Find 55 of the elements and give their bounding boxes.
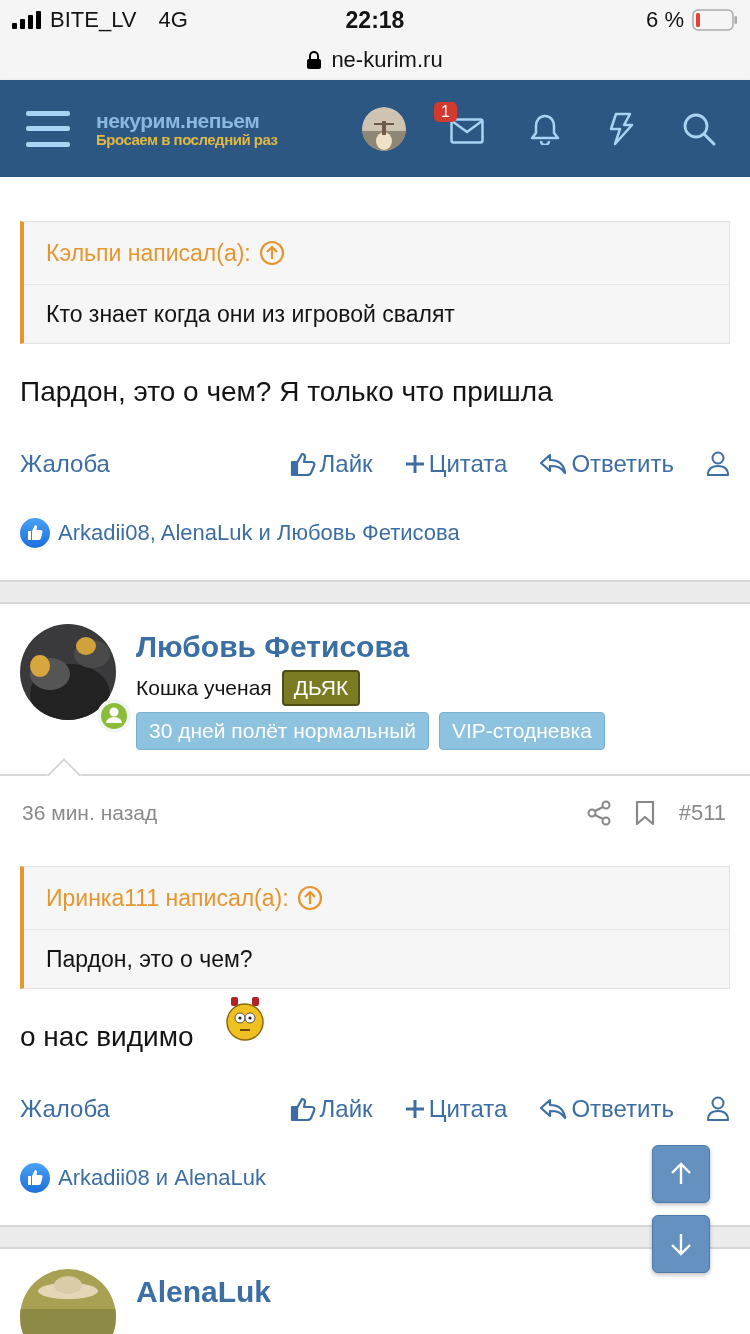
menu-icon[interactable] (26, 110, 70, 147)
post-text: о нас видимо (20, 1021, 194, 1053)
user-icon[interactable] (706, 451, 730, 477)
battery-percent: 6 % (646, 7, 684, 33)
lightning-icon[interactable] (608, 111, 634, 146)
author-name[interactable]: Любовь Фетисова (136, 630, 605, 664)
user-title: Кошка ученая (136, 676, 272, 700)
battery-icon (692, 9, 738, 31)
lock-icon (307, 51, 322, 69)
quote-text: Пардон, это о чем? (46, 945, 253, 973)
author-name[interactable]: AlenaLuk (136, 1275, 272, 1309)
report-link[interactable]: Жалоба (20, 450, 110, 478)
like-button[interactable]: Лайк (289, 450, 373, 478)
reply-button[interactable]: Ответить (539, 1095, 674, 1123)
share-icon[interactable] (586, 800, 611, 826)
smiley-icon (225, 997, 266, 1041)
user-badge: VIP-стодневка (438, 712, 605, 750)
logo-tagline: Бросаем в последний раз (96, 131, 278, 149)
network-type: 4G (158, 7, 188, 33)
user-badge: 30 дней полёт нормальный (136, 712, 429, 750)
user-banner: ДЬЯК (281, 670, 361, 706)
post-time[interactable]: 36 мин. назад (22, 801, 158, 825)
carrier-name: BITE_LV (50, 7, 137, 33)
report-link[interactable]: Жалоба (20, 1095, 110, 1123)
quote-button[interactable]: Цитата (404, 450, 508, 478)
logo-title[interactable]: некурим.непьем (96, 108, 278, 132)
quote-text: Кто знает когда они из игровой свалят (46, 300, 455, 328)
online-status-icon (96, 698, 132, 734)
post-text: Пардон, это о чем? Я только что пришла (20, 376, 553, 408)
arrow-down-icon (668, 1231, 694, 1257)
reaction-users[interactable]: Arkadii08, AlenaLuk и Любовь Фетисова (58, 520, 460, 546)
bell-icon[interactable] (530, 112, 560, 145)
plus-icon (404, 1099, 425, 1119)
like-button[interactable]: Лайк (289, 1095, 373, 1123)
reply-icon (539, 1097, 568, 1121)
scroll-down-button[interactable] (652, 1215, 710, 1273)
thumbs-up-icon (289, 451, 316, 477)
signal-icon (12, 11, 42, 29)
scroll-up-button[interactable] (652, 1145, 710, 1203)
like-reaction-icon (20, 1163, 50, 1193)
user-icon[interactable] (706, 1096, 730, 1122)
mail-icon[interactable] (450, 117, 484, 144)
reply-button[interactable]: Ответить (539, 450, 674, 478)
like-reaction-icon (20, 518, 50, 548)
post-number[interactable]: #511 (678, 800, 726, 826)
reaction-users[interactable]: Arkadii08 и AlenaLuk (58, 1165, 266, 1191)
search-icon[interactable] (682, 111, 716, 146)
clock-time: 22:18 (344, 6, 406, 34)
page-url[interactable]: ne-kurim.ru (331, 47, 443, 73)
thumbs-up-icon (289, 1096, 316, 1122)
quote-button[interactable]: Цитата (404, 1095, 508, 1123)
bookmark-icon[interactable] (634, 800, 655, 826)
plus-icon (404, 454, 425, 474)
reply-icon (539, 452, 568, 476)
unread-badge: 1 (434, 101, 457, 122)
